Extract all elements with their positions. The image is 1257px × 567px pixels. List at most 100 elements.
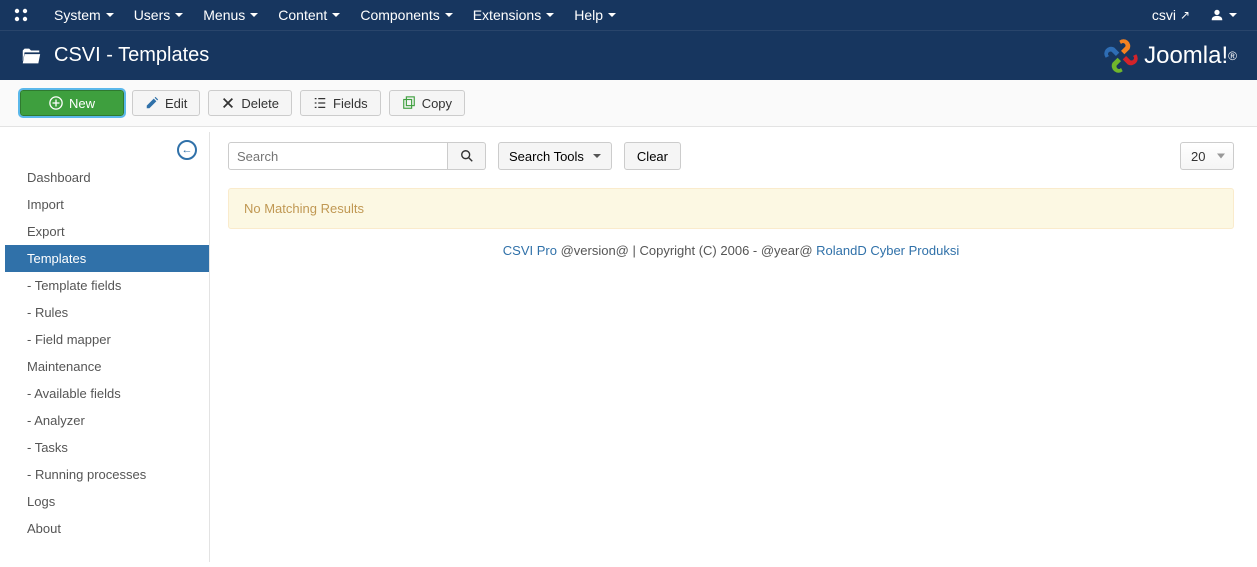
sidebar: ← Dashboard Import Export Templates - Te…	[5, 132, 210, 562]
joomla-logo: Joomla!®	[1104, 39, 1237, 73]
search-group	[228, 142, 486, 170]
search-input[interactable]	[228, 142, 448, 170]
caret-icon	[546, 13, 554, 17]
sidebar-item-analyzer[interactable]: - Analyzer	[5, 407, 209, 434]
toolbar: New Edit Delete Fields Copy	[0, 80, 1257, 127]
sidebar-toggle-row: ←	[5, 132, 209, 164]
fields-button[interactable]: Fields	[300, 90, 381, 116]
sidebar-item-label: Templates	[27, 251, 86, 266]
sidebar-item-label: - Rules	[27, 305, 68, 320]
x-icon	[221, 96, 235, 110]
sidebar-item-about[interactable]: About	[5, 515, 209, 542]
subheader: CSVI - Templates Joomla!®	[0, 30, 1257, 80]
joomla-logo-icon	[1104, 39, 1138, 73]
footer-company-link[interactable]: RolandD Cyber Produksi	[816, 243, 959, 258]
button-label: Fields	[333, 96, 368, 111]
sidebar-item-maintenance[interactable]: Maintenance	[5, 353, 209, 380]
joomla-brand-icon[interactable]	[10, 4, 32, 26]
menu-extensions[interactable]: Extensions	[463, 0, 564, 30]
sidebar-item-logs[interactable]: Logs	[5, 488, 209, 515]
sidebar-item-label: - Available fields	[27, 386, 121, 401]
sidebar-item-label: About	[27, 521, 61, 536]
search-icon	[460, 149, 474, 163]
button-label: Search Tools	[509, 149, 584, 164]
menu-components[interactable]: Components	[350, 0, 462, 30]
menu-users[interactable]: Users	[124, 0, 194, 30]
user-menu[interactable]	[1200, 0, 1247, 30]
sidebar-item-export[interactable]: Export	[5, 218, 209, 245]
caret-icon	[332, 13, 340, 17]
menu-system[interactable]: System	[44, 0, 124, 30]
user-icon	[1210, 8, 1224, 22]
sidebar-item-label: Dashboard	[27, 170, 91, 185]
arrow-left-icon: ←	[182, 144, 193, 156]
menu-label: Content	[278, 7, 327, 23]
sidebar-list: Dashboard Import Export Templates - Temp…	[5, 164, 209, 542]
sidebar-item-label: - Tasks	[27, 440, 68, 455]
limit-value: 20	[1191, 149, 1205, 164]
site-link[interactable]: csvi ↗	[1142, 0, 1200, 30]
sidebar-item-label: Logs	[27, 494, 55, 509]
folder-open-icon	[20, 45, 42, 67]
new-button[interactable]: New	[20, 90, 124, 116]
sidebar-wrapper: ← Dashboard Import Export Templates - Te…	[5, 127, 210, 567]
sidebar-item-running-processes[interactable]: - Running processes	[5, 461, 209, 488]
filter-bar: Search Tools Clear 20	[228, 142, 1234, 170]
edit-button[interactable]: Edit	[132, 90, 200, 116]
joomla-logo-text: Joomla!	[1144, 42, 1228, 70]
clear-button[interactable]: Clear	[624, 142, 681, 170]
button-label: Copy	[422, 96, 452, 111]
menu-label: Components	[360, 7, 439, 23]
sidebar-item-label: Export	[27, 224, 65, 239]
button-label: Delete	[241, 96, 279, 111]
pencil-icon	[145, 96, 159, 110]
caret-icon	[608, 13, 616, 17]
main-content: Search Tools Clear 20 No Matching Result…	[210, 127, 1252, 567]
menu-content[interactable]: Content	[268, 0, 350, 30]
menu-label: Menus	[203, 7, 245, 23]
button-label: Edit	[165, 96, 187, 111]
caret-icon	[593, 154, 601, 158]
page-title: CSVI - Templates	[54, 44, 209, 67]
top-menu-left: System Users Menus Content Components Ex…	[10, 0, 626, 30]
menu-menus[interactable]: Menus	[193, 0, 268, 30]
button-label: Clear	[637, 149, 668, 164]
sidebar-item-tasks[interactable]: - Tasks	[5, 434, 209, 461]
footer-product-link[interactable]: CSVI Pro	[503, 243, 557, 258]
search-button[interactable]	[448, 142, 486, 170]
sidebar-item-label: - Field mapper	[27, 332, 111, 347]
copy-button[interactable]: Copy	[389, 90, 465, 116]
sidebar-item-templates[interactable]: Templates	[5, 245, 209, 272]
sidebar-item-dashboard[interactable]: Dashboard	[5, 164, 209, 191]
caret-icon	[175, 13, 183, 17]
sidebar-item-label: Maintenance	[27, 359, 101, 374]
menu-label: Help	[574, 7, 603, 23]
list-icon	[313, 96, 327, 110]
sidebar-item-label: - Template fields	[27, 278, 121, 293]
delete-button[interactable]: Delete	[208, 90, 292, 116]
top-menu-right: csvi ↗	[1142, 0, 1247, 30]
footer: CSVI Pro @version@ | Copyright (C) 2006 …	[228, 243, 1234, 258]
sidebar-collapse-button[interactable]: ←	[177, 140, 197, 160]
sidebar-item-available-fields[interactable]: - Available fields	[5, 380, 209, 407]
search-tools-button[interactable]: Search Tools	[498, 142, 612, 170]
footer-text: @version@ | Copyright (C) 2006 - @year@	[557, 243, 816, 258]
alert-message: No Matching Results	[244, 201, 364, 216]
sidebar-item-import[interactable]: Import	[5, 191, 209, 218]
caret-icon	[106, 13, 114, 17]
sidebar-item-label: - Running processes	[27, 467, 146, 482]
button-label: New	[69, 96, 95, 111]
content-container: ← Dashboard Import Export Templates - Te…	[0, 127, 1257, 567]
caret-icon	[250, 13, 258, 17]
external-link-icon: ↗	[1180, 8, 1190, 22]
copy-icon	[402, 96, 416, 110]
sidebar-item-rules[interactable]: - Rules	[5, 299, 209, 326]
menu-label: System	[54, 7, 101, 23]
plus-circle-icon	[49, 96, 63, 110]
menu-label: Users	[134, 7, 171, 23]
menu-help[interactable]: Help	[564, 0, 626, 30]
site-name: csvi	[1152, 7, 1176, 23]
sidebar-item-template-fields[interactable]: - Template fields	[5, 272, 209, 299]
sidebar-item-field-mapper[interactable]: - Field mapper	[5, 326, 209, 353]
limit-select[interactable]: 20	[1180, 142, 1234, 170]
